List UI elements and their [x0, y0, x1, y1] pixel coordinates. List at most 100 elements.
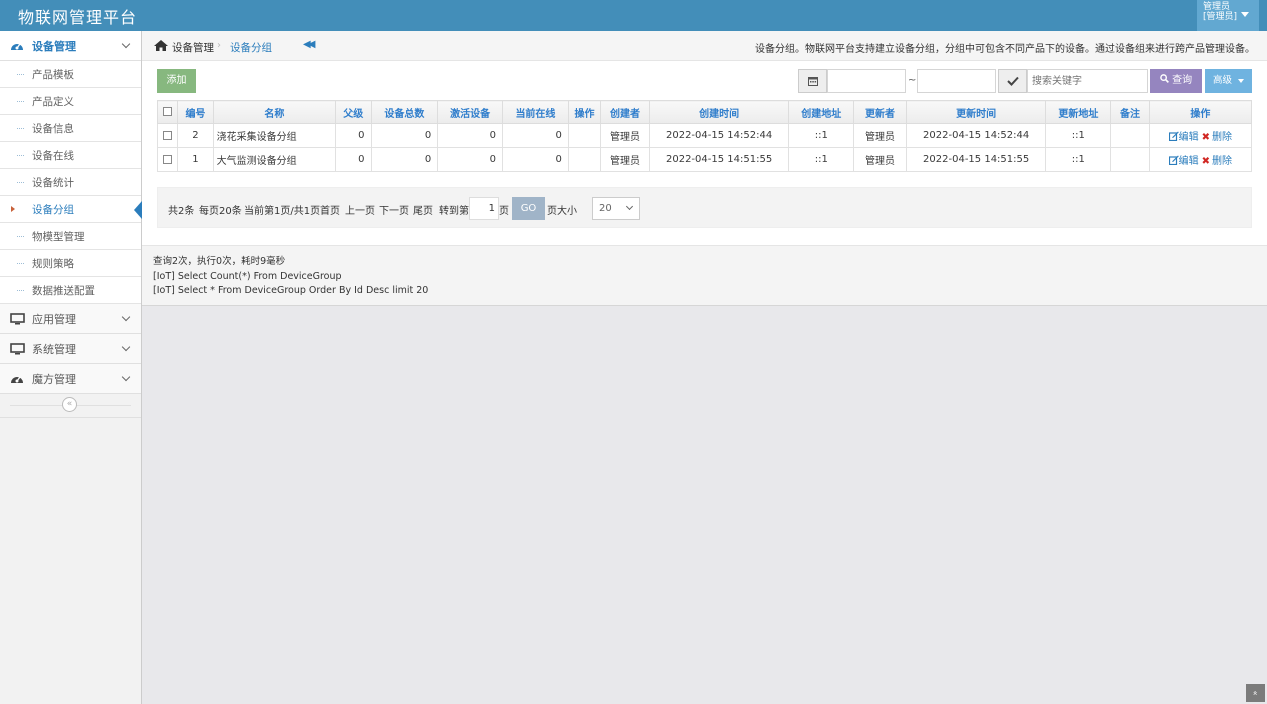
cell-online: 0 — [502, 147, 569, 172]
pager-prev-link[interactable]: 上一页 — [345, 202, 375, 217]
cell-remark — [1110, 147, 1150, 172]
sidebar: 设备管理 产品模板 产品定义 设备信息 设备在线 设备统计 设备分组 物模型管理… — [0, 31, 142, 704]
col-header[interactable]: 更新者 — [853, 100, 907, 124]
col-header[interactable]: 激活设备 — [437, 100, 504, 124]
caret-down-icon — [1238, 79, 1244, 83]
sidebar-group-cube[interactable]: 魔方管理 — [0, 364, 141, 394]
add-button[interactable]: 添加 — [157, 69, 196, 93]
end-date-input[interactable] — [917, 69, 996, 93]
pager-size-label: 页大小 — [547, 206, 577, 217]
pager-first-link[interactable]: 首页 — [320, 202, 340, 217]
col-header[interactable]: 名称 — [212, 100, 337, 124]
edit-link[interactable]: 编辑 — [1179, 132, 1199, 143]
col-header[interactable]: 创建时间 — [648, 100, 790, 124]
col-header[interactable]: 设备总数 — [370, 100, 439, 124]
cell-total: 0 — [370, 147, 439, 172]
dashboard-icon — [10, 40, 26, 52]
page-description: 设备分组。物联网平台支持建立设备分组，分组中可包含不同产品下的设备。通过设备组来… — [755, 44, 1255, 55]
go-button[interactable]: GO — [512, 197, 545, 220]
table-row: 2 浇花采集设备分组 0 0 0 0 管理员 2022-04-15 14:52:… — [156, 123, 1253, 148]
row-checkbox[interactable] — [163, 130, 173, 140]
cell-actions: 编辑 ✖ 删除 — [1148, 147, 1253, 172]
breadcrumb-current[interactable]: 设备分组 — [230, 40, 272, 55]
user-role: [管理员] — [1203, 12, 1238, 22]
sidebar-group-label: 应用管理 — [32, 312, 76, 326]
search-input[interactable] — [1027, 69, 1148, 93]
cell-name: 浇花采集设备分组 — [212, 123, 337, 148]
pager-page-unit: 页 — [499, 206, 509, 217]
edit-icon — [1168, 155, 1179, 166]
sidebar-item-rules[interactable]: 规则策略 — [0, 250, 141, 277]
col-header[interactable]: 更新地址 — [1045, 100, 1112, 124]
search-icon — [1160, 74, 1169, 83]
cell-op — [567, 147, 602, 172]
cell-id: 1 — [177, 147, 214, 172]
sidebar-item-device-group[interactable]: 设备分组 — [0, 196, 142, 223]
breadcrumb: 设备管理 › 设备分组 ◀◀ 设备分组。物联网平台支持建立设备分组，分组中可包含… — [142, 31, 1267, 61]
check-icon — [998, 69, 1027, 93]
advanced-label: 高级 — [1213, 75, 1233, 86]
start-date-input[interactable] — [827, 69, 906, 93]
user-name: 管理员 — [1203, 2, 1231, 12]
sidebar-item-device-stats[interactable]: 设备统计 — [0, 169, 141, 196]
col-header[interactable]: 更新时间 — [905, 100, 1047, 124]
home-icon[interactable] — [154, 40, 168, 51]
desktop-icon — [10, 342, 26, 355]
row-checkbox[interactable] — [163, 154, 173, 164]
calendar-icon — [798, 69, 827, 93]
sidebar-item-thing-model[interactable]: 物模型管理 — [0, 223, 141, 250]
col-header[interactable]: 当前在线 — [502, 100, 569, 124]
scroll-to-top-button[interactable]: » — [1246, 684, 1265, 702]
pager-per-page: 每页20条 — [199, 206, 242, 217]
delete-icon: ✖ — [1201, 156, 1211, 167]
sidebar-group-device[interactable]: 设备管理 — [0, 31, 141, 61]
col-header[interactable]: 编号 — [177, 100, 214, 124]
query-button[interactable]: 查询 — [1150, 69, 1202, 93]
delete-link[interactable]: 删除 — [1212, 156, 1232, 167]
chevron-down-icon — [121, 342, 131, 352]
double-arrow-up-icon: » — [1250, 690, 1260, 696]
collapse-sidebar-button[interactable]: « — [62, 397, 77, 412]
sidebar-item-product-definition[interactable]: 产品定义 — [0, 88, 141, 115]
page-number-input[interactable]: 1 — [469, 197, 499, 220]
sidebar-item-device-info[interactable]: 设备信息 — [0, 115, 141, 142]
cell-name: 大气监测设备分组 — [212, 147, 337, 172]
sidebar-group-label: 设备管理 — [32, 39, 76, 53]
col-header: 操作 — [1148, 100, 1253, 124]
sidebar-group-label: 系统管理 — [32, 342, 76, 356]
user-menu[interactable]: 管理员 [管理员] — [1197, 0, 1259, 31]
page-size-select[interactable]: 20 — [592, 197, 640, 220]
toggle-sidebar-icon[interactable]: ◀◀ — [303, 39, 316, 50]
col-header[interactable]: 父级 — [335, 100, 372, 124]
col-header[interactable]: 创建地址 — [788, 100, 855, 124]
chevron-down-icon — [121, 372, 131, 382]
cell-creator: 管理员 — [600, 123, 650, 148]
cell-created-ip: ::1 — [788, 123, 855, 148]
sidebar-item-data-push[interactable]: 数据推送配置 — [0, 277, 141, 304]
app-title[interactable]: 物联网管理平台 — [18, 4, 137, 28]
sidebar-group-app[interactable]: 应用管理 — [0, 304, 141, 334]
edit-link[interactable]: 编辑 — [1179, 156, 1199, 167]
advanced-dropdown-button[interactable]: 高级 — [1205, 69, 1252, 93]
delete-icon: ✖ — [1201, 132, 1211, 143]
pager-current: 当前第1页/共1页 — [244, 206, 321, 217]
select-all-checkbox[interactable] — [163, 107, 173, 116]
col-header[interactable]: 创建者 — [600, 100, 650, 124]
pager-last-link[interactable]: 尾页 — [413, 202, 433, 217]
col-header[interactable]: 备注 — [1110, 100, 1150, 124]
col-header: 操作 — [567, 100, 602, 124]
pager-next-link[interactable]: 下一页 — [379, 202, 409, 217]
chevron-down-icon — [121, 312, 131, 322]
cell-created: 2022-04-15 14:52:44 — [648, 123, 790, 148]
sidebar-item-device-online[interactable]: 设备在线 — [0, 142, 141, 169]
cell-id: 2 — [177, 123, 214, 148]
caret-down-icon — [1241, 12, 1249, 17]
breadcrumb-home-link[interactable]: 设备管理 — [172, 40, 214, 55]
delete-link[interactable]: 删除 — [1212, 132, 1232, 143]
cell-updated: 2022-04-15 14:52:44 — [905, 123, 1047, 148]
sidebar-group-system[interactable]: 系统管理 — [0, 334, 141, 364]
top-navbar: 物联网管理平台 管理员 [管理员] — [0, 0, 1267, 31]
sidebar-item-product-template[interactable]: 产品模板 — [0, 61, 141, 88]
table-row: 1 大气监测设备分组 0 0 0 0 管理员 2022-04-15 14:51:… — [156, 147, 1253, 172]
chevron-down-icon — [625, 202, 634, 211]
